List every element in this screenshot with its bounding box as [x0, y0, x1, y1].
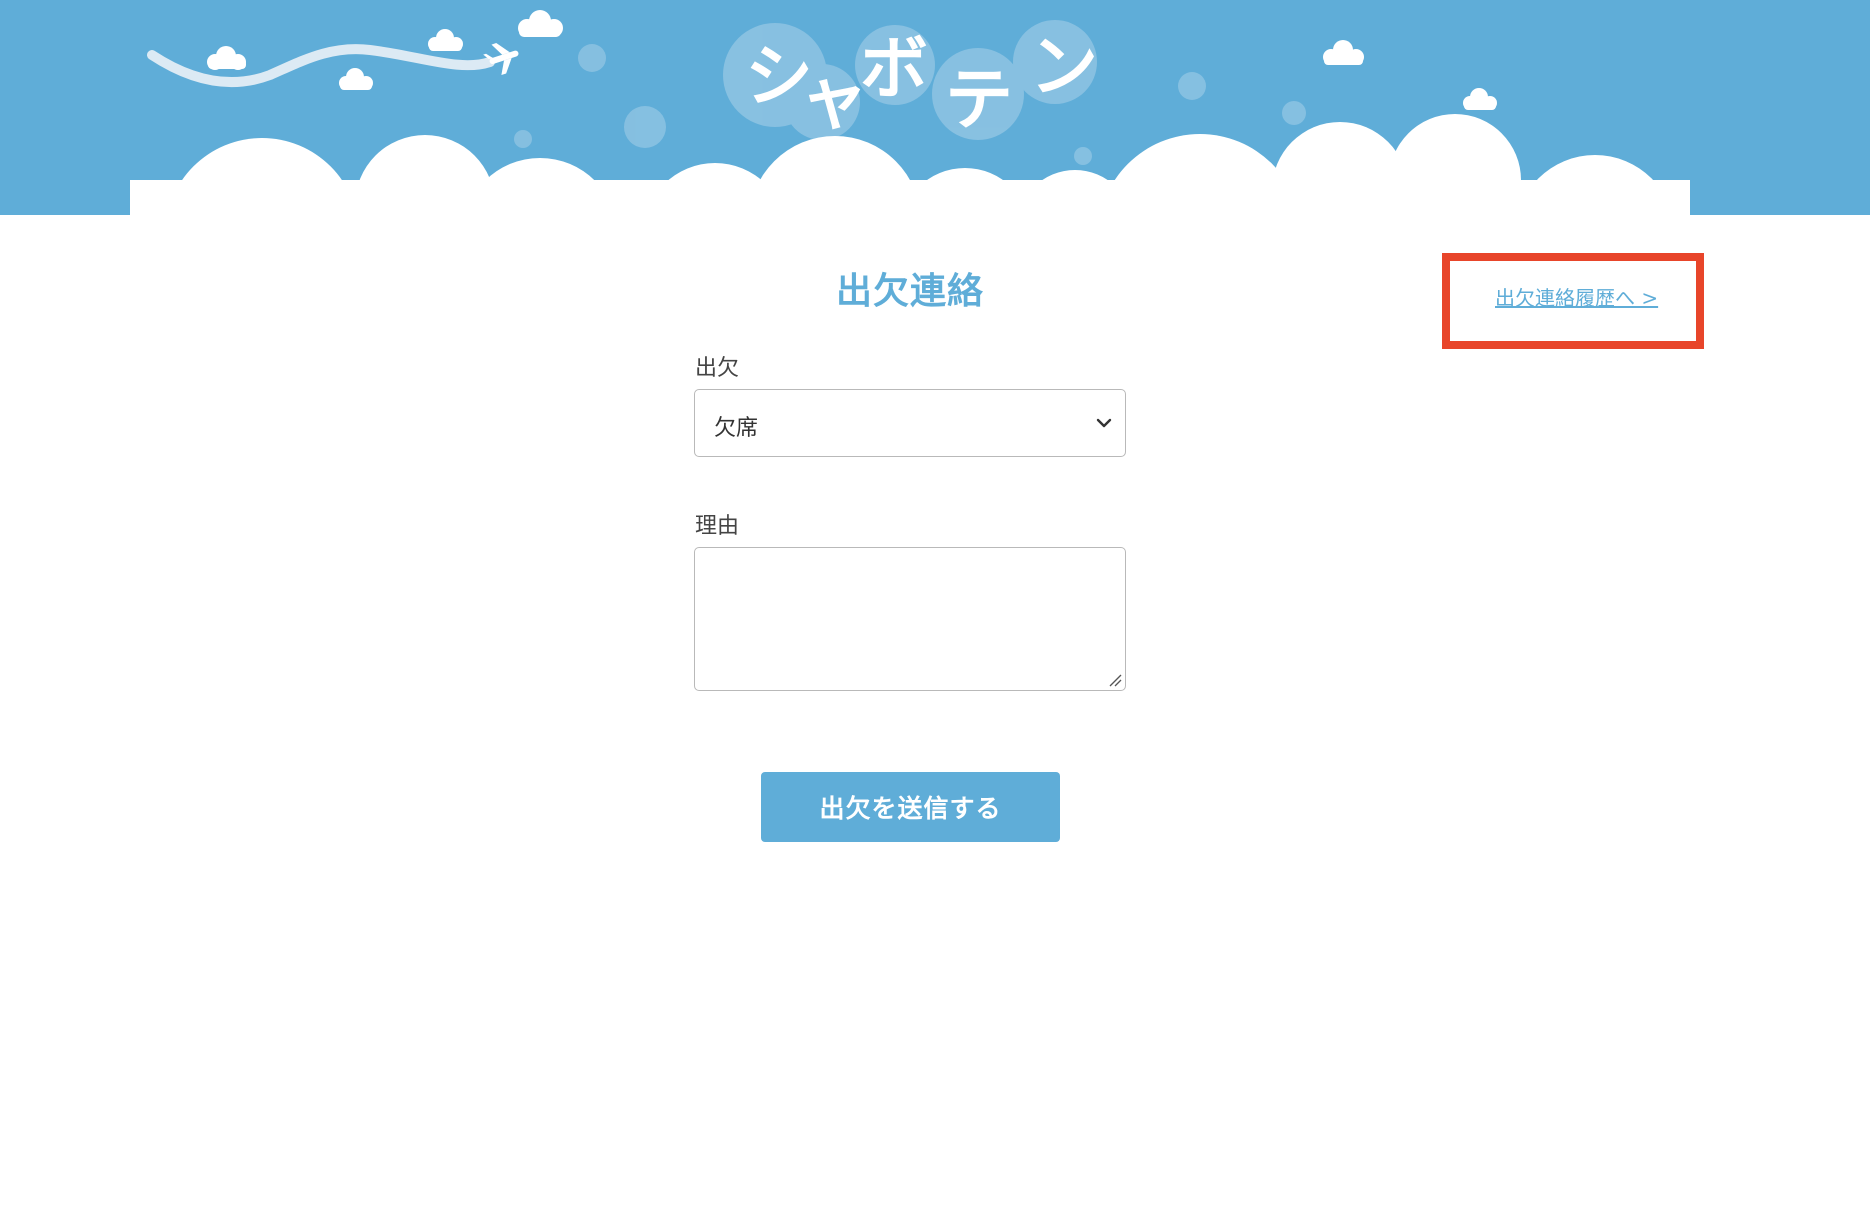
svg-text:ャ: ャ — [800, 60, 868, 139]
reason-textarea[interactable] — [694, 547, 1126, 691]
svg-text:テ: テ — [945, 61, 1013, 140]
svg-text:ン: ン — [1030, 28, 1098, 107]
svg-text:ボ: ボ — [860, 30, 928, 109]
chevron-down-icon — [1096, 418, 1112, 428]
header-illustration: シ ャ ボ テ ン — [0, 0, 1870, 215]
resize-handle-icon[interactable] — [1108, 673, 1122, 687]
attendance-select[interactable]: 欠席 — [694, 389, 1126, 457]
submit-attendance-button[interactable]: 出欠を送信する — [761, 772, 1060, 842]
attendance-select-value: 欠席 — [714, 416, 759, 441]
header-banner: シ ャ ボ テ ン — [0, 0, 1870, 215]
attendance-history-link[interactable]: 出欠連絡履歴へ > — [1495, 282, 1658, 311]
reason-label: 理由 — [695, 514, 740, 539]
attendance-label: 出欠 — [695, 356, 740, 381]
